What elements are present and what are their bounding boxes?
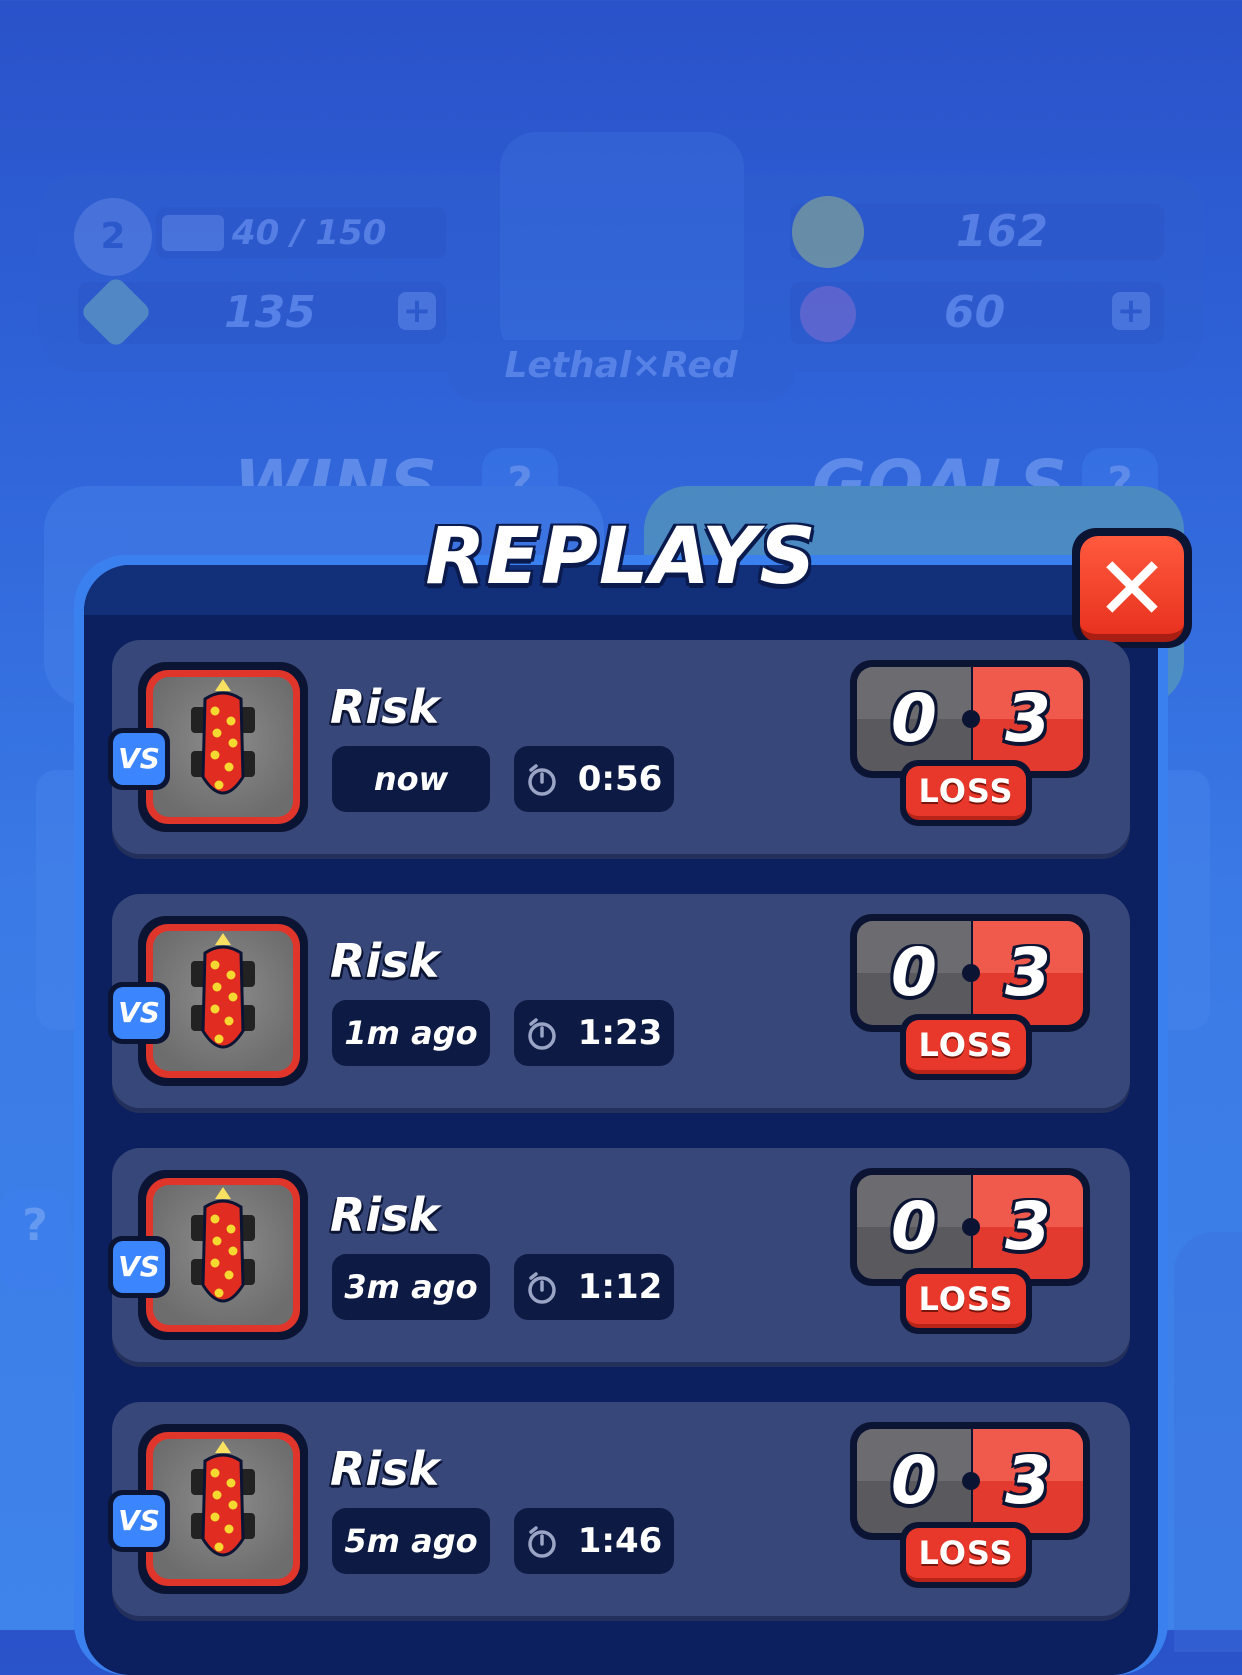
add-gems-button[interactable]: + [398, 292, 436, 330]
played-time: 1m ago [332, 1000, 490, 1066]
modal-title: REPLAYS [425, 512, 817, 602]
opponent-name: Risk [330, 1188, 440, 1242]
level-number: 2 [100, 216, 126, 257]
replay-row[interactable]: VS Risk 3m ago 1:12 0 3 LOSS [108, 1148, 1130, 1362]
stopwatch-icon [528, 1272, 556, 1304]
side-panel-bottom-right [1174, 1232, 1242, 1652]
token-icon [800, 286, 856, 342]
vs-badge: VS [108, 728, 170, 790]
played-time: 5m ago [332, 1508, 490, 1574]
played-time: 3m ago [332, 1254, 490, 1320]
opponent-score: 3 [1005, 680, 1051, 757]
opponent-name: Risk [330, 934, 440, 988]
opponent-score-box: 3 [973, 1429, 1083, 1533]
red-car-icon [191, 933, 255, 1049]
xp-text: 40 / 150 [232, 213, 387, 253]
red-car-icon [191, 1187, 255, 1303]
vs-label: VS [113, 1241, 165, 1293]
duration-text: 0:56 [577, 759, 663, 799]
opponent-name: Risk [330, 1442, 440, 1496]
profile-avatar-frame [500, 132, 744, 360]
player-score: 0 [891, 934, 937, 1011]
opponent-name: Risk [330, 680, 440, 734]
profile-name: Lethal×Red [504, 345, 738, 386]
score-separator [962, 1218, 980, 1236]
player-score-box: 0 [857, 1175, 971, 1279]
player-score-box: 0 [857, 921, 971, 1025]
match-duration: 0:56 [514, 746, 674, 812]
result-badge: LOSS [900, 1268, 1032, 1334]
stopwatch-icon [528, 1526, 556, 1558]
player-score-box: 0 [857, 667, 971, 771]
result-badge: LOSS [900, 1522, 1032, 1588]
player-score: 0 [891, 1442, 937, 1519]
add-tokens-button[interactable]: + [1112, 292, 1150, 330]
vs-badge: VS [108, 982, 170, 1044]
level-badge: 2 [74, 198, 152, 276]
duration-text: 1:46 [577, 1521, 663, 1561]
opponent-score: 3 [1005, 934, 1051, 1011]
red-car-icon [191, 1441, 255, 1557]
result-label: LOSS [906, 1528, 1026, 1582]
result-badge: LOSS [900, 760, 1032, 826]
vs-label: VS [113, 1495, 165, 1547]
opponent-score-box: 3 [973, 1175, 1083, 1279]
opponent-score-box: 3 [973, 921, 1083, 1025]
close-button-face[interactable]: ✕ [1080, 536, 1184, 642]
replay-row[interactable]: VS Risk now 0:56 0 3 LOSS [108, 640, 1130, 854]
score-separator [962, 1472, 980, 1490]
replay-row[interactable]: VS Risk 1m ago 1:23 0 3 LOSS [108, 894, 1130, 1108]
match-duration: 1:23 [514, 1000, 674, 1066]
close-icon[interactable]: ✕ [1080, 540, 1184, 638]
result-badge: LOSS [900, 1014, 1032, 1080]
match-duration: 1:12 [514, 1254, 674, 1320]
tokens-count: 60 [944, 287, 1006, 338]
side-help-button[interactable]: ? [0, 1190, 70, 1290]
duration-text: 1:23 [577, 1013, 663, 1053]
opponent-score: 3 [1005, 1188, 1051, 1265]
vs-badge: VS [108, 1490, 170, 1552]
result-label: LOSS [906, 1020, 1026, 1074]
vs-label: VS [113, 987, 165, 1039]
score-separator [962, 964, 980, 982]
duration-text: 1:12 [577, 1267, 663, 1307]
result-label: LOSS [906, 766, 1026, 820]
match-duration: 1:46 [514, 1508, 674, 1574]
vs-label: VS [113, 733, 165, 785]
vs-badge: VS [108, 1236, 170, 1298]
player-score-box: 0 [857, 1429, 971, 1533]
played-time: now [332, 746, 490, 812]
result-label: LOSS [906, 1274, 1026, 1328]
red-car-icon [191, 679, 255, 795]
trophies-count: 162 [956, 206, 1048, 257]
opponent-score-box: 3 [973, 667, 1083, 771]
stopwatch-icon [528, 764, 556, 796]
trophy-icon [792, 196, 864, 268]
opponent-score: 3 [1005, 1442, 1051, 1519]
gems-count: 135 [224, 287, 316, 338]
replay-row[interactable]: VS Risk 5m ago 1:46 0 3 LOSS [108, 1402, 1130, 1616]
player-score: 0 [891, 1188, 937, 1265]
close-button[interactable]: ✕ [1072, 528, 1192, 648]
player-score: 0 [891, 680, 937, 757]
stopwatch-icon [528, 1018, 556, 1050]
xp-fill [162, 215, 224, 251]
score-separator [962, 710, 980, 728]
